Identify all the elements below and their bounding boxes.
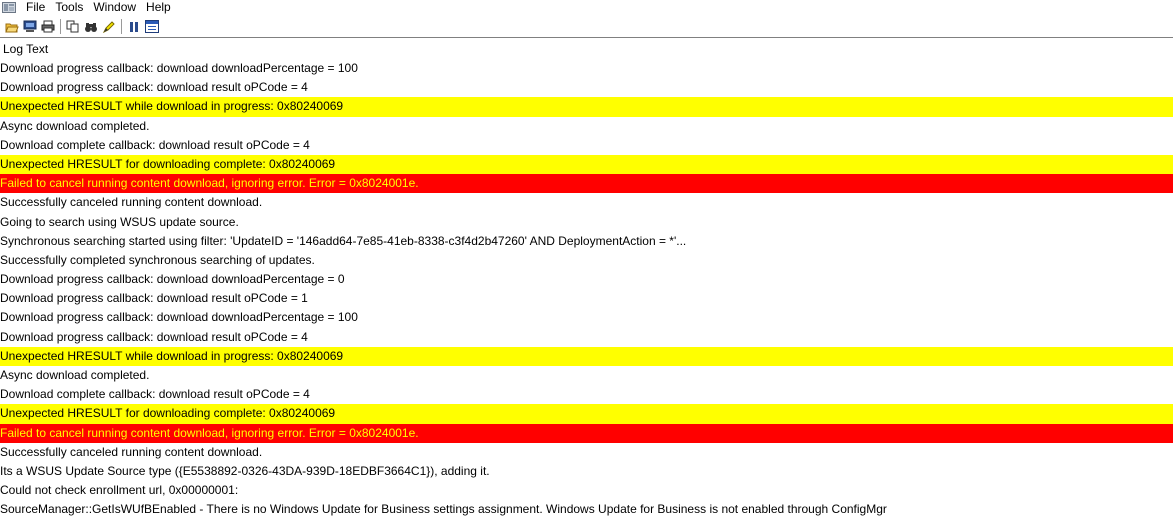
log-row[interactable]: Could not check enrollment url, 0x000000… bbox=[0, 481, 1173, 500]
toolbar bbox=[0, 16, 1173, 37]
log-row[interactable]: Failed to cancel running content downloa… bbox=[0, 174, 1173, 194]
log-column-header[interactable]: Log Text bbox=[0, 40, 48, 58]
find-icon[interactable] bbox=[82, 18, 99, 35]
app-icon bbox=[2, 1, 16, 13]
log-row[interactable]: Unexpected HRESULT for downloading compl… bbox=[0, 154, 1173, 175]
log-row[interactable]: Download progress callback: download dow… bbox=[0, 270, 1173, 289]
toolbar-border bbox=[0, 37, 1173, 38]
window-icon[interactable] bbox=[143, 18, 160, 35]
open-icon[interactable] bbox=[3, 18, 20, 35]
log-row[interactable]: Synchronous searching started using filt… bbox=[0, 232, 1173, 251]
log-row[interactable]: Unexpected HRESULT while download in pro… bbox=[0, 346, 1173, 366]
log-row[interactable]: Download progress callback: download res… bbox=[0, 328, 1173, 347]
menu-tools[interactable]: Tools bbox=[55, 0, 83, 14]
toolbar-separator bbox=[60, 19, 61, 34]
log-row[interactable]: Download progress callback: download res… bbox=[0, 289, 1173, 308]
highlight-icon[interactable] bbox=[100, 18, 117, 35]
pause-icon[interactable] bbox=[125, 18, 142, 35]
print-icon[interactable] bbox=[39, 18, 56, 35]
log-row[interactable]: Going to search using WSUS update source… bbox=[0, 213, 1173, 232]
log-row[interactable]: Unexpected HRESULT for downloading compl… bbox=[0, 404, 1173, 424]
log-row[interactable]: Successfully completed synchronous searc… bbox=[0, 251, 1173, 270]
log-row[interactable]: Async download completed. bbox=[0, 366, 1173, 385]
log-row[interactable]: Download progress callback: download dow… bbox=[0, 308, 1173, 327]
log-row[interactable]: Its a WSUS Update Source type ({E5538892… bbox=[0, 462, 1173, 481]
menu-file[interactable]: File bbox=[26, 0, 45, 14]
menu-bar: File Tools Window Help bbox=[0, 0, 1173, 14]
toolbar-separator bbox=[121, 19, 122, 34]
log-row[interactable]: Successfully canceled running content do… bbox=[0, 443, 1173, 462]
copy-icon[interactable] bbox=[64, 18, 81, 35]
log-row[interactable]: Failed to cancel running content downloa… bbox=[0, 423, 1173, 443]
menu-window[interactable]: Window bbox=[93, 0, 136, 14]
log-row[interactable]: Unexpected HRESULT while download in pro… bbox=[0, 97, 1173, 117]
log-row[interactable]: SourceManager::GetIsWUfBEnabled - There … bbox=[0, 500, 1173, 519]
log-row[interactable]: Successfully canceled running content do… bbox=[0, 193, 1173, 212]
log-row[interactable]: Download complete callback: download res… bbox=[0, 385, 1173, 404]
log-row[interactable]: Download complete callback: download res… bbox=[0, 136, 1173, 155]
menu-help[interactable]: Help bbox=[146, 0, 171, 14]
log-row[interactable]: Download progress callback: download res… bbox=[0, 78, 1173, 97]
computer-icon[interactable] bbox=[21, 18, 38, 35]
log-row[interactable]: Download progress callback: download dow… bbox=[0, 59, 1173, 78]
log-list[interactable]: Download progress callback: download dow… bbox=[0, 59, 1173, 520]
log-row[interactable]: Async download completed. bbox=[0, 117, 1173, 136]
